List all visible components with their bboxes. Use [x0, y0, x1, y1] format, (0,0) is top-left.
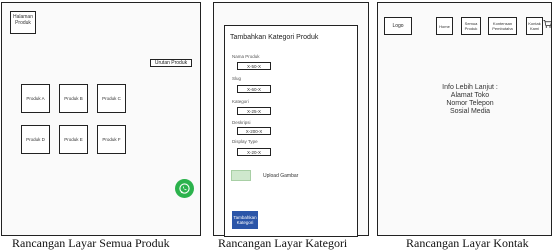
phone-number: Nomor Telepon — [446, 100, 494, 107]
add-category-button-label: Tambahkan Kategori — [233, 214, 257, 226]
product-card[interactable]: Produk B — [59, 84, 88, 113]
nav-all-products[interactable]: Semua Produk — [461, 17, 481, 35]
upload-image-label: Upload Gambar — [263, 173, 299, 179]
field-value: X-20-X — [246, 149, 261, 155]
product-card[interactable]: Produk D — [21, 125, 50, 154]
nav-label: Kontak Kami — [528, 21, 541, 31]
slug-field[interactable]: X-60-X — [237, 85, 271, 93]
product-name-field[interactable]: X-50-X — [237, 62, 271, 70]
field-label: Kategori — [232, 99, 249, 104]
contact-info: Info Lebih Lanjut : Alamat Toko Nomor Te… — [425, 84, 515, 116]
store-address: Alamat Toko — [450, 92, 490, 99]
contact-info-heading: Info Lebih Lanjut : — [442, 84, 498, 91]
logo[interactable]: Logo — [384, 17, 412, 35]
product-label: Produk F — [102, 137, 121, 142]
field-value: X-60-X — [246, 86, 261, 92]
social-media: Sosial Media — [449, 108, 491, 115]
category-screen: Tambahkan Kategori Produk Nama Produk X-… — [213, 2, 369, 237]
all-products-screen: Halaman Produk Urutan Produk Produk A Pr… — [1, 2, 201, 236]
add-category-form: Tambahkan Kategori Produk Nama Produk X-… — [224, 25, 358, 237]
contact-screen: Logo Home Semua Produk Kontensan Pembuta… — [377, 2, 552, 236]
product-label: Produk B — [64, 96, 83, 101]
field-value: X-50-X — [246, 63, 261, 69]
description-field[interactable]: X-200-X — [237, 127, 271, 135]
product-card[interactable]: Produk F — [97, 125, 126, 154]
field-label: Deskripsi — [232, 120, 251, 125]
screen-caption: Rancangan Layar Kontak — [406, 236, 529, 250]
add-category-button[interactable]: Tambahkan Kategori — [232, 211, 258, 229]
product-label: Produk D — [26, 137, 45, 142]
product-card[interactable]: Produk A — [21, 84, 50, 113]
display-type-field[interactable]: X-20-X — [237, 148, 271, 156]
product-label: Produk E — [64, 137, 83, 142]
field-label: Display Type — [232, 139, 258, 144]
home-page-button[interactable]: Halaman Produk — [10, 11, 36, 34]
nav-home[interactable]: Home — [436, 17, 453, 35]
product-card[interactable]: Produk C — [97, 84, 126, 113]
product-label: Produk C — [102, 96, 121, 101]
form-title: Tambahkan Kategori Produk — [230, 34, 319, 41]
product-card[interactable]: Produk E — [59, 125, 88, 154]
whatsapp-glyph-icon — [179, 183, 190, 194]
nav-label: Home — [439, 23, 450, 29]
nav-contact[interactable]: Kontensan Pembutaha — [488, 17, 517, 35]
nav-label: Kontensan Pembutaha — [492, 21, 513, 31]
sort-products-button[interactable]: Urutan Produk — [150, 59, 192, 67]
nav-about[interactable]: Kontak Kami — [526, 17, 543, 35]
category-field[interactable]: X-25-X — [237, 107, 271, 115]
logo-label: Logo — [392, 23, 404, 29]
nav-label: Semua Produk — [464, 21, 478, 31]
whatsapp-icon[interactable] — [175, 179, 194, 198]
screen-caption: Rancangan Layar Kategori — [218, 236, 348, 250]
screen-caption: Rancangan Layar Semua Produk — [12, 236, 170, 250]
sort-products-label: Urutan Produk — [154, 60, 188, 66]
home-page-label: Halaman Produk — [12, 14, 33, 26]
field-label: Nama Produk — [232, 54, 260, 59]
field-label: Slug — [232, 76, 242, 81]
product-label: Produk A — [26, 96, 45, 101]
field-value: X-200-X — [245, 128, 263, 134]
cart-icon[interactable] — [543, 19, 552, 29]
upload-image-dropzone[interactable] — [231, 170, 251, 181]
field-value: X-25-X — [246, 108, 261, 114]
